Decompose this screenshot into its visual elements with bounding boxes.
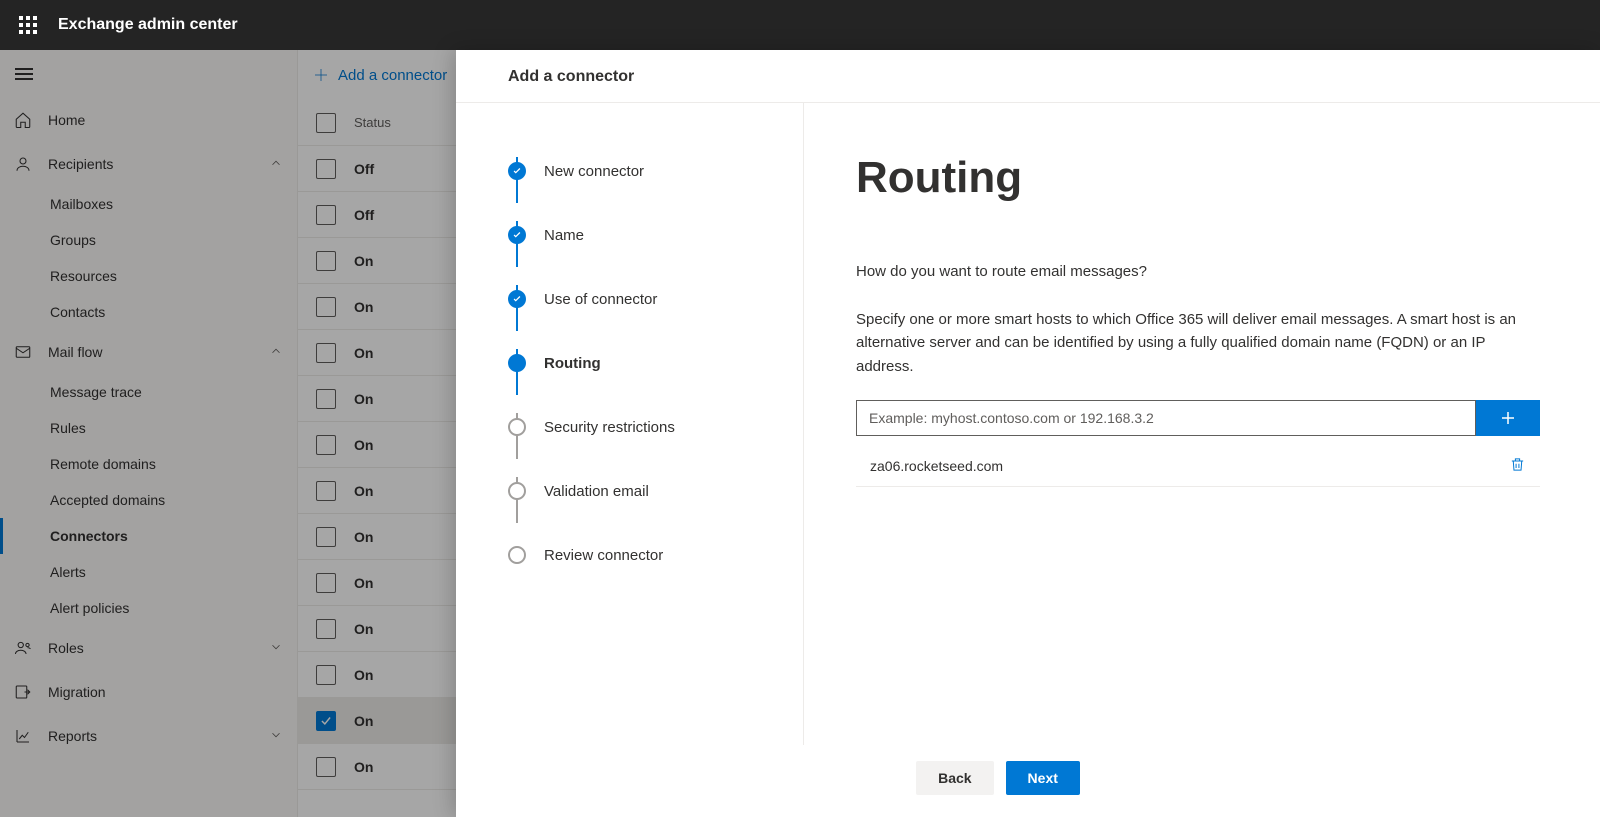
top-bar: Exchange admin center [0,0,1600,50]
step-bullet [508,418,526,436]
step-label: New connector [544,163,644,180]
panel-body: New connector Name Use of connector Routing… [456,103,1600,745]
content-description: Specify one or more smart hosts to which… [856,308,1540,378]
panel-footer: Back Next [456,745,1600,817]
wizard-step-validation-email: Validation email [508,459,773,523]
smart-host-input-row [856,400,1540,436]
app-title: Exchange admin center [58,16,238,34]
step-label: Routing [544,355,601,372]
content-heading: Routing [856,153,1540,203]
smart-host-input[interactable] [856,400,1476,436]
step-bullet [508,546,526,564]
host-item: za06.rocketseed.com [856,446,1540,487]
panel-content: Routing How do you want to route email m… [804,103,1600,745]
wizard-step-review-connector: Review connector [508,523,773,587]
waffle-icon [19,16,37,34]
back-button[interactable]: Back [916,761,993,795]
plus-icon [1499,409,1517,427]
step-bullet [508,354,526,372]
step-label: Name [544,227,584,244]
step-bullet [508,290,526,308]
wizard-steps: New connector Name Use of connector Routing… [456,103,804,745]
step-label: Review connector [544,547,663,564]
app-launcher-button[interactable] [8,5,48,45]
step-bullet [508,226,526,244]
wizard-step-use-of-connector[interactable]: Use of connector [508,267,773,331]
step-bullet [508,162,526,180]
add-host-button[interactable] [1476,400,1540,436]
hosts-list: za06.rocketseed.com [856,446,1540,487]
step-label: Security restrictions [544,419,675,436]
shell: HomeRecipientsMailboxesGroupsResourcesCo… [0,50,1600,817]
wizard-step-routing[interactable]: Routing [508,331,773,395]
wizard-step-security-restrictions: Security restrictions [508,395,773,459]
trash-icon [1509,456,1526,473]
step-label: Use of connector [544,291,657,308]
step-label: Validation email [544,483,649,500]
add-connector-panel: Add a connector New connector Name Use of … [456,50,1600,817]
content-question: How do you want to route email messages? [856,263,1540,280]
panel-title: Add a connector [456,50,1600,103]
step-bullet [508,482,526,500]
host-value: za06.rocketseed.com [870,458,1509,474]
delete-host-button[interactable] [1509,456,1526,476]
wizard-step-new-connector[interactable]: New connector [508,139,773,203]
wizard-step-name[interactable]: Name [508,203,773,267]
next-button[interactable]: Next [1006,761,1080,795]
